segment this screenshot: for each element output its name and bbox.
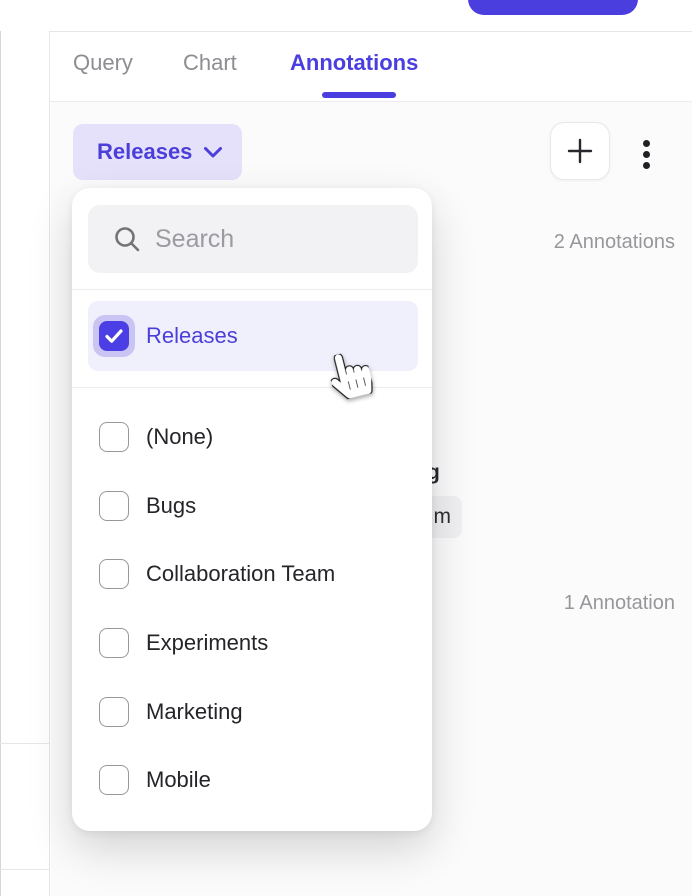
releases-filter-button[interactable]: Releases [73, 124, 242, 180]
kebab-menu-icon [643, 162, 650, 169]
tab-annotations[interactable]: Annotations [290, 50, 418, 76]
option-label: Releases [146, 323, 238, 349]
option-label: Marketing [146, 699, 243, 725]
overflow-menu-button[interactable] [638, 139, 654, 169]
annotation-group-count: 2 Annotations [554, 231, 675, 254]
checkbox-unchecked-icon[interactable] [99, 628, 129, 658]
option-row-collaboration-team[interactable]: Collaboration Team [72, 540, 432, 609]
annotation-group-count: 1 Annotation [564, 592, 675, 615]
checkbox-unchecked-icon[interactable] [99, 491, 129, 521]
kebab-menu-icon [643, 140, 650, 147]
option-row-releases[interactable]: Releases [88, 301, 418, 371]
checkbox-unchecked-icon[interactable] [99, 422, 129, 452]
primary-action-button-partial[interactable] [468, 0, 638, 15]
option-row-none[interactable]: (None) [72, 403, 432, 472]
checkbox-unchecked-icon[interactable] [99, 697, 129, 727]
option-row-mobile[interactable]: Mobile [72, 746, 432, 815]
option-label: Mobile [146, 767, 211, 793]
checkbox-unchecked-icon[interactable] [99, 765, 129, 795]
chevron-down-icon [203, 146, 223, 159]
releases-filter-label: Releases [97, 139, 192, 165]
checkbox-focus-halo [93, 315, 135, 357]
kebab-menu-icon [643, 151, 650, 158]
active-tab-underline [322, 92, 396, 98]
tab-chart[interactable]: Chart [183, 50, 237, 76]
dropdown-divider [72, 387, 432, 388]
checkbox-checked-icon[interactable] [99, 321, 129, 351]
option-row-marketing[interactable]: Marketing [72, 677, 432, 746]
option-label: Collaboration Team [146, 561, 335, 587]
plus-icon [564, 135, 596, 167]
option-label: (None) [146, 424, 213, 450]
dropdown-search-field[interactable] [88, 205, 418, 273]
add-annotation-button[interactable] [550, 122, 610, 180]
top-divider [0, 31, 692, 32]
search-input[interactable] [155, 225, 477, 254]
rail-divider [0, 743, 50, 744]
checkbox-unchecked-icon[interactable] [99, 559, 129, 589]
releases-filter-dropdown: Releases (None) Bugs Collaboration Team … [72, 188, 432, 831]
option-label: Experiments [146, 630, 268, 656]
option-label: Bugs [146, 493, 196, 519]
rail-divider [0, 869, 50, 870]
dropdown-options-list: (None) Bugs Collaboration Team Experimen… [72, 403, 432, 815]
option-row-experiments[interactable]: Experiments [72, 609, 432, 678]
option-row-bugs[interactable]: Bugs [72, 472, 432, 541]
search-icon [112, 224, 142, 254]
tab-query[interactable]: Query [73, 50, 133, 76]
left-rail [0, 31, 50, 896]
dropdown-divider [72, 289, 432, 290]
